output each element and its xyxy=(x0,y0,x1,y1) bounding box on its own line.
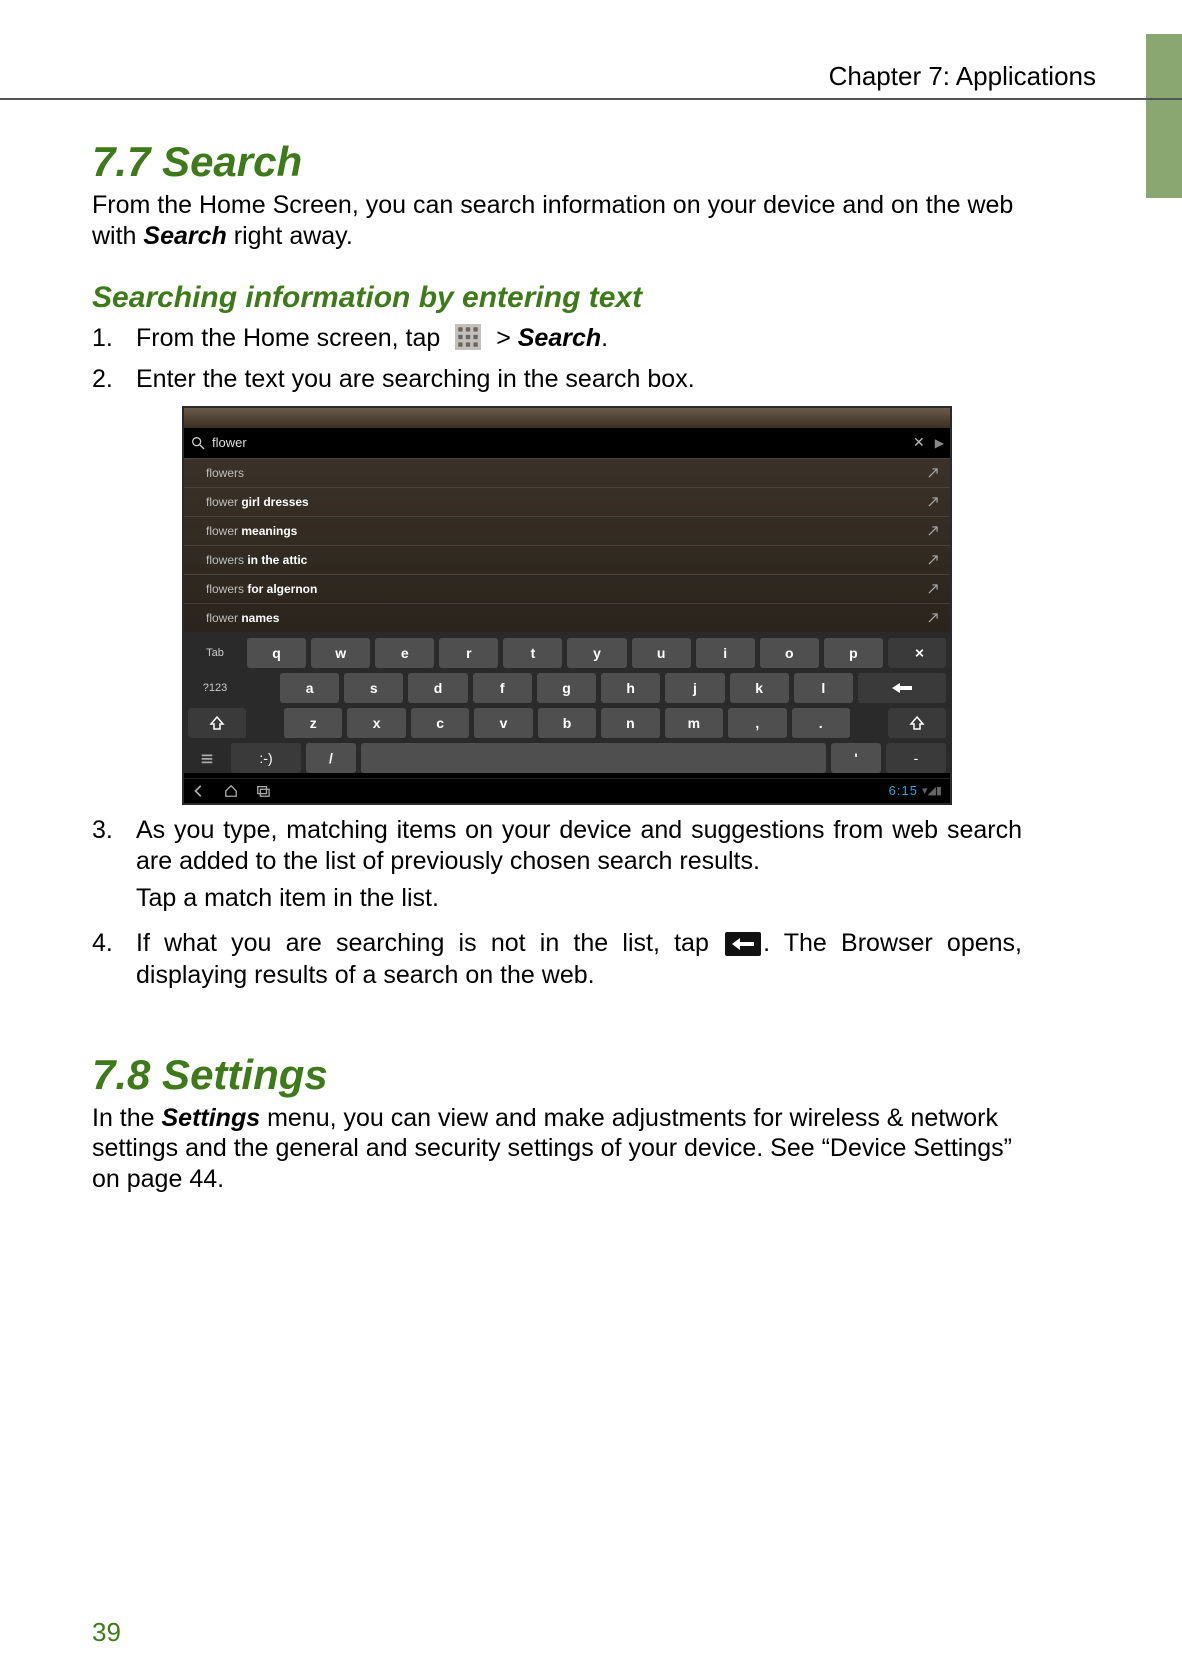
intro-em: Search xyxy=(143,222,226,250)
step-number: 4. xyxy=(92,928,136,991)
step-number: 3. xyxy=(92,815,136,915)
recents-icon[interactable] xyxy=(256,784,270,798)
ss-suggestion-list: flowers flower girl dresses flower meani… xyxy=(184,458,950,632)
key[interactable]: w xyxy=(311,638,370,668)
step-number: 1. xyxy=(92,323,136,354)
step-em: Search xyxy=(518,324,601,352)
apps-grid-icon xyxy=(455,324,481,350)
step-4: 4. If what you are searching is not in t… xyxy=(92,928,1022,991)
suggestion-item[interactable]: flower girl dresses xyxy=(184,487,950,516)
settings-paragraph: In the Settings menu, you can view and m… xyxy=(92,1103,1022,1195)
key[interactable]: x xyxy=(347,708,405,738)
text: In the xyxy=(92,1104,162,1132)
clear-icon[interactable]: ✕ xyxy=(913,434,925,451)
key[interactable]: o xyxy=(760,638,819,668)
key[interactable]: l xyxy=(794,673,853,703)
key[interactable]: y xyxy=(567,638,626,668)
home-icon[interactable] xyxy=(224,784,238,798)
page-number: 39 xyxy=(92,1617,121,1648)
step-text: Enter the text you are searching in the … xyxy=(136,364,1022,395)
step-text: . xyxy=(601,324,608,352)
key[interactable]: m xyxy=(665,708,723,738)
key[interactable]: e xyxy=(375,638,434,668)
key[interactable]: , xyxy=(728,708,786,738)
insert-icon[interactable] xyxy=(926,495,940,509)
key-enter[interactable] xyxy=(858,673,946,703)
key[interactable]: f xyxy=(473,673,532,703)
key[interactable]: n xyxy=(601,708,659,738)
back-icon[interactable] xyxy=(192,784,206,798)
suggestion-item[interactable]: flower meanings xyxy=(184,516,950,545)
suggestion-item[interactable]: flowers for algernon xyxy=(184,574,950,603)
key-slash[interactable]: / xyxy=(306,743,356,773)
chevron-right-icon[interactable]: ▶ xyxy=(935,436,944,450)
key[interactable]: i xyxy=(696,638,755,668)
ss-top-banner xyxy=(184,408,950,428)
key[interactable]: u xyxy=(632,638,691,668)
key-backspace[interactable] xyxy=(888,638,946,668)
ss-search-bar[interactable]: flower ✕ ▶ xyxy=(184,428,950,458)
key-dash[interactable]: - xyxy=(886,743,946,773)
key[interactable]: q xyxy=(247,638,306,668)
embedded-screenshot: flower ✕ ▶ flowers flower girl dresses f… xyxy=(182,406,952,805)
insert-icon[interactable] xyxy=(926,553,940,567)
section-heading-settings: 7.8 Settings xyxy=(92,1051,1022,1099)
key-tab[interactable]: Tab xyxy=(188,638,242,668)
key[interactable]: k xyxy=(730,673,789,703)
key[interactable]: g xyxy=(537,673,596,703)
ss-keyboard: Tab q w e r t y u i o p ?123 a s d f g xyxy=(184,632,950,773)
step-3: 3. As you type, matching items on your d… xyxy=(92,815,1022,915)
enter-key-icon xyxy=(725,932,761,956)
insert-icon[interactable] xyxy=(926,466,940,480)
key[interactable]: . xyxy=(792,708,850,738)
key-shift-left[interactable] xyxy=(188,708,246,738)
search-input[interactable]: flower xyxy=(212,435,903,450)
suggestion-item[interactable]: flower names xyxy=(184,603,950,632)
intro-suffix: right away. xyxy=(227,222,353,250)
step-number: 2. xyxy=(92,364,136,395)
key-symbols[interactable]: ?123 xyxy=(188,673,242,703)
key[interactable]: v xyxy=(474,708,532,738)
key-apostrophe[interactable]: ' xyxy=(831,743,881,773)
key[interactable]: t xyxy=(503,638,562,668)
text-em: Settings xyxy=(162,1104,261,1132)
key-space[interactable] xyxy=(361,743,826,773)
subsection-heading: Searching information by entering text xyxy=(92,281,1022,315)
key[interactable]: b xyxy=(538,708,596,738)
step-text: From the Home screen, tap xyxy=(136,324,447,352)
ss-navbar: 6:15 ▾◢▮ xyxy=(184,778,950,803)
key[interactable]: h xyxy=(601,673,660,703)
step-text: As you type, matching items on your devi… xyxy=(136,815,1022,878)
key[interactable]: a xyxy=(280,673,339,703)
key-settings[interactable] xyxy=(188,743,226,773)
clock: 6:15 xyxy=(889,783,918,798)
step-text: > xyxy=(496,324,518,352)
key[interactable]: p xyxy=(824,638,883,668)
key[interactable]: s xyxy=(344,673,403,703)
step-1: 1. From the Home screen, tap > Search. xyxy=(92,323,1022,354)
section-intro: From the Home Screen, you can search inf… xyxy=(92,190,1022,251)
insert-icon[interactable] xyxy=(926,611,940,625)
key[interactable]: c xyxy=(411,708,469,738)
chapter-label: Chapter 7: Applications xyxy=(829,61,1096,92)
key[interactable]: j xyxy=(665,673,724,703)
suggestion-item[interactable]: flowers in the attic xyxy=(184,545,950,574)
search-icon xyxy=(190,435,206,451)
step-subtext: Tap a match item in the list. xyxy=(136,883,1022,914)
insert-icon[interactable] xyxy=(926,524,940,538)
key[interactable]: d xyxy=(408,673,467,703)
key-shift-right[interactable] xyxy=(888,708,946,738)
key-emoji[interactable]: :-) xyxy=(231,743,301,773)
step-2: 2. Enter the text you are searching in t… xyxy=(92,364,1022,395)
section-heading-search: 7.7 Search xyxy=(92,138,1022,186)
header-rule xyxy=(0,98,1182,100)
key[interactable]: z xyxy=(284,708,342,738)
suggestion-item[interactable]: flowers xyxy=(184,458,950,487)
edge-tab xyxy=(1146,34,1182,198)
status-icons: ▾◢▮ xyxy=(922,784,942,797)
insert-icon[interactable] xyxy=(926,582,940,596)
key[interactable]: r xyxy=(439,638,498,668)
step-text: If what you are searching is not in the … xyxy=(136,929,723,957)
